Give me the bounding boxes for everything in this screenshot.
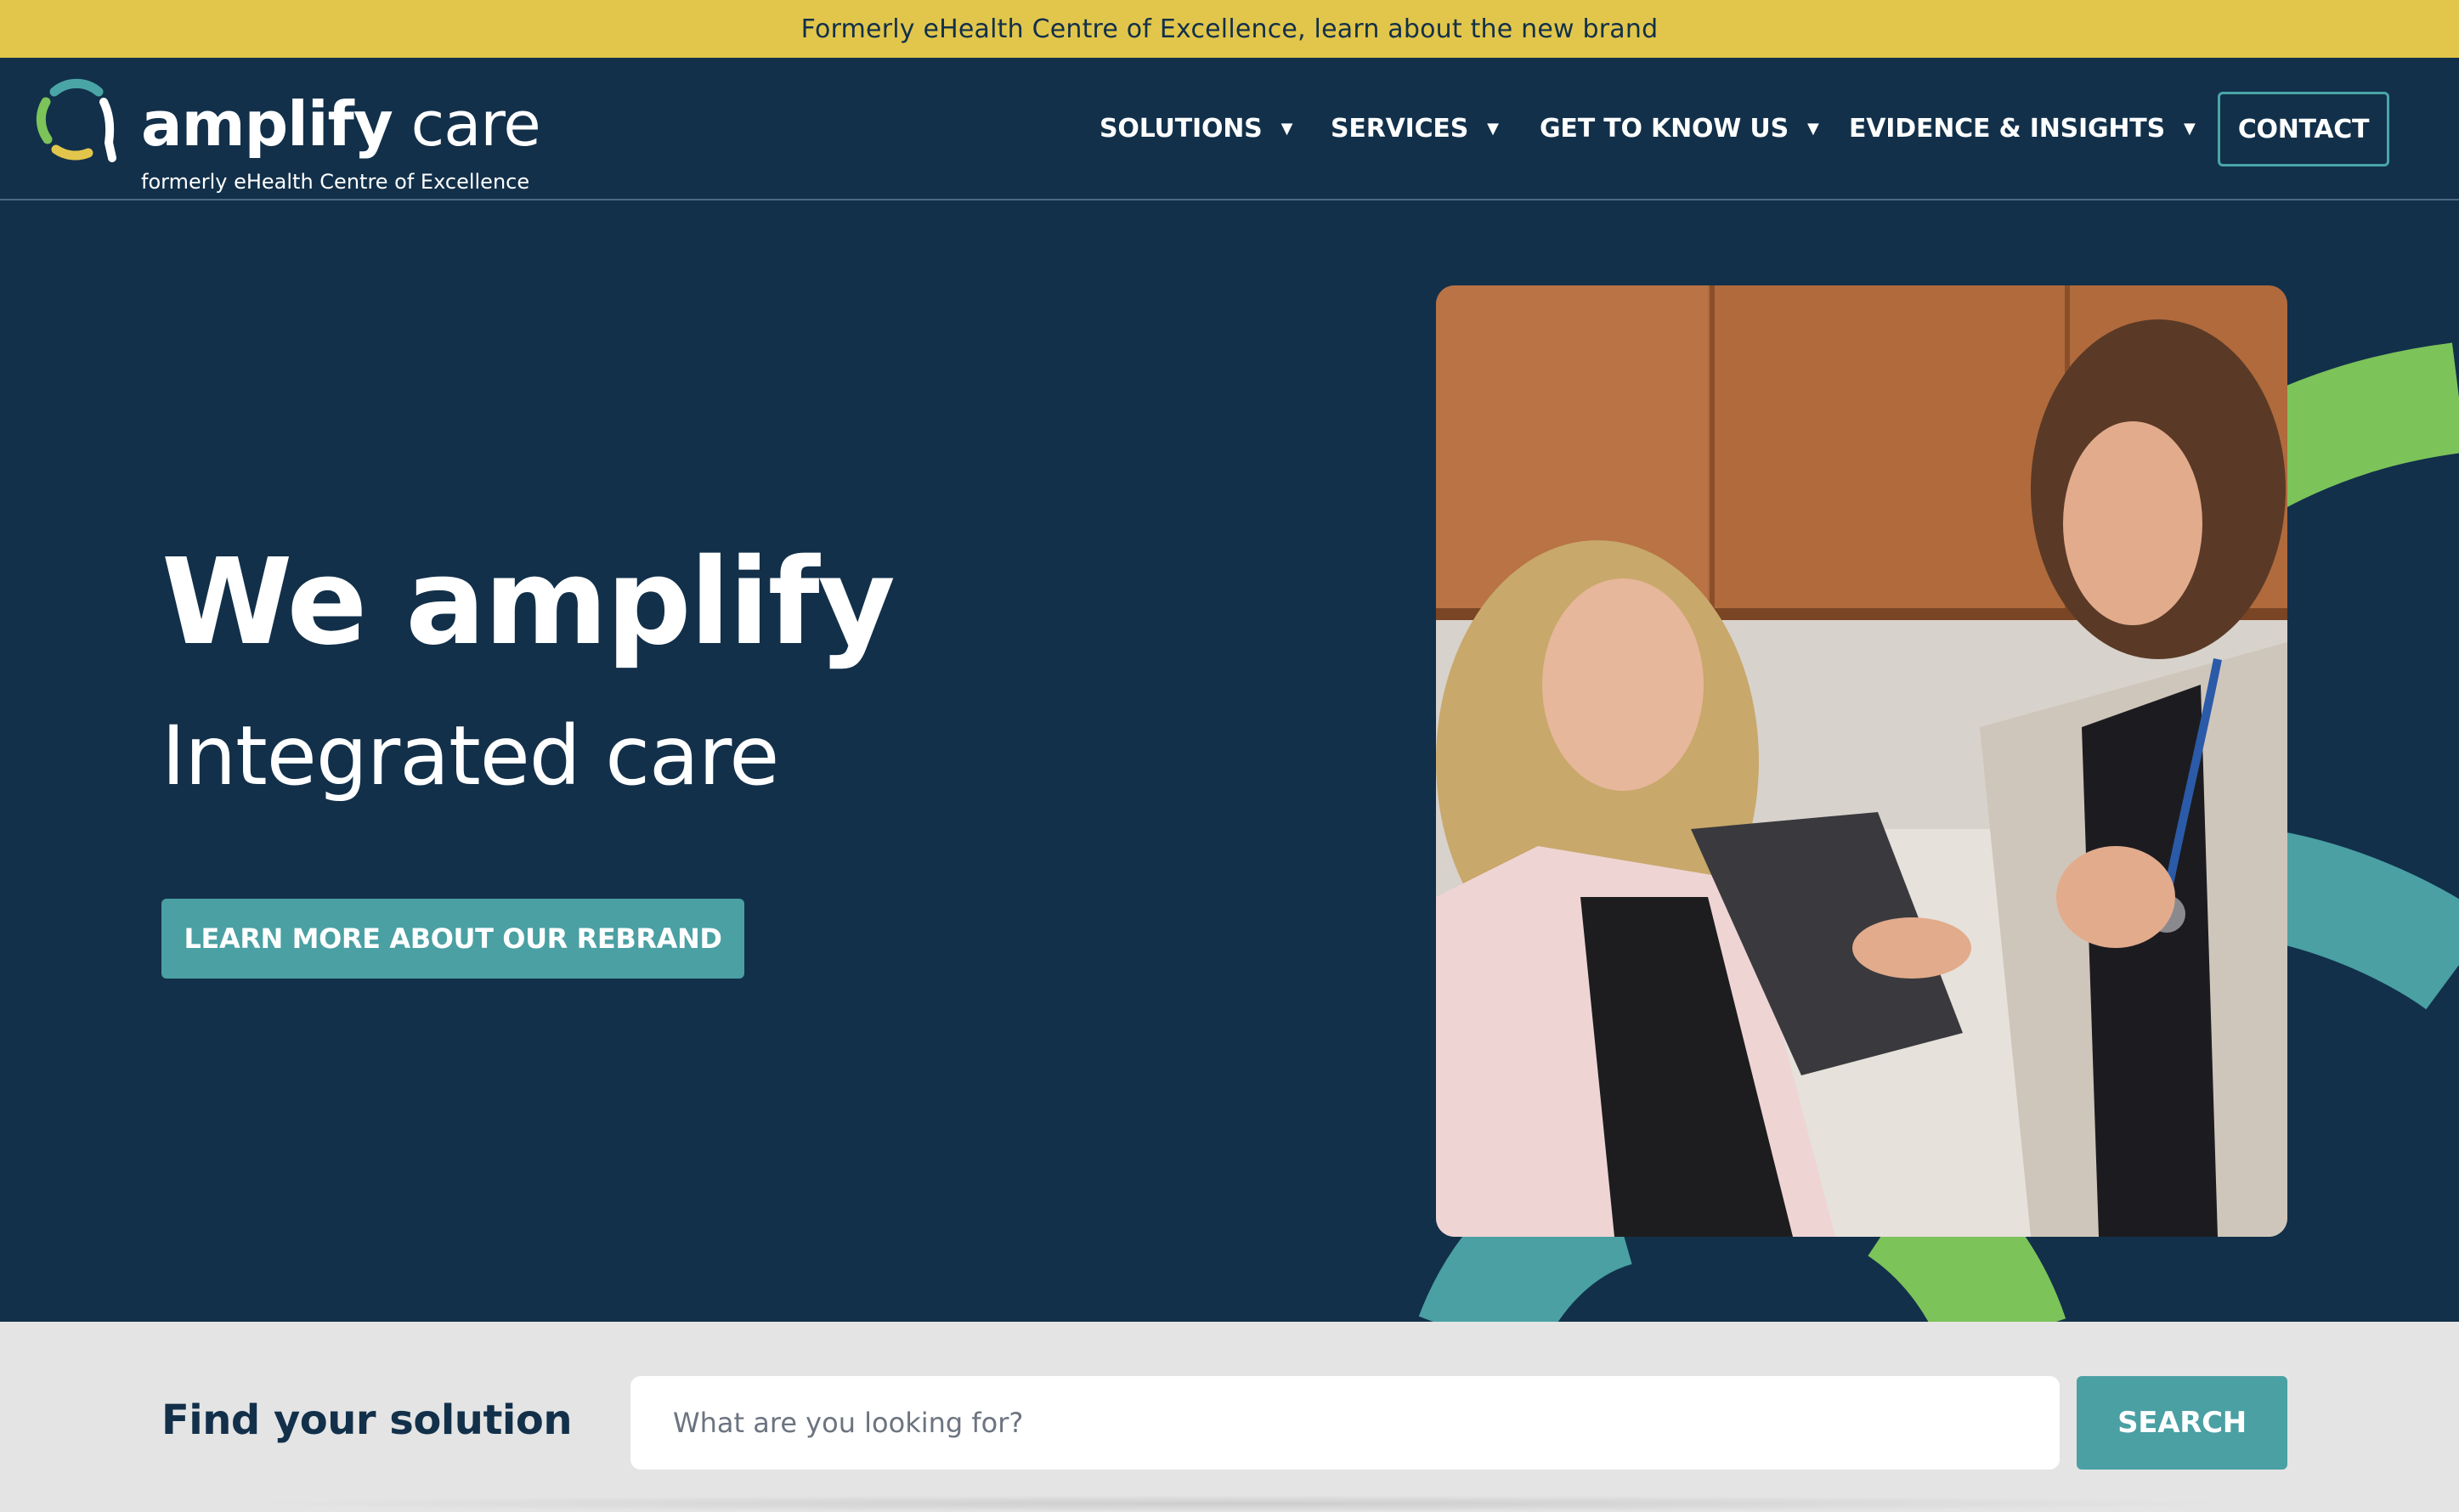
search-input[interactable] (630, 1376, 2060, 1470)
nav-item-label: EVIDENCE & INSIGHTS (1849, 114, 2165, 144)
caret-down-icon: ▼ (1487, 119, 1499, 138)
nav-item-label: GET TO KNOW US (1540, 114, 1789, 144)
hero-section: We amplify Integrated care LEARN MORE AB… (0, 200, 2459, 1322)
search-label: Find your solution (161, 1396, 573, 1444)
brand-name-bold: amplify (141, 88, 393, 160)
learn-more-rebrand-button[interactable]: LEARN MORE ABOUT OUR REBRAND (161, 899, 744, 979)
brand-name: amplify care (141, 93, 541, 155)
brand-logo-link[interactable]: amplify care formerly eHealth Centre of … (32, 76, 541, 192)
announcement-bar: Formerly eHealth Centre of Excellence, l… (0, 0, 2459, 58)
nav-item-services[interactable]: SERVICES ▼ (1331, 114, 1499, 144)
nav-item-label: SOLUTIONS (1099, 114, 1263, 144)
announcement-link[interactable]: Formerly eHealth Centre of Excellence, l… (801, 14, 1659, 44)
solution-search-section: Find your solution SEARCH (0, 1322, 2459, 1512)
hero-photo (1436, 285, 2287, 1237)
hero-title: We amplify (161, 533, 896, 672)
search-button[interactable]: SEARCH (2077, 1376, 2287, 1470)
clinicians-photo-icon (1436, 285, 2287, 1237)
nav-item-evidence-insights[interactable]: EVIDENCE & INSIGHTS ▼ (1849, 114, 2196, 144)
site-header: amplify care formerly eHealth Centre of … (0, 58, 2459, 200)
caret-down-icon: ▼ (2183, 119, 2196, 138)
brand-tagline: formerly eHealth Centre of Excellence (141, 170, 530, 194)
contact-button[interactable]: CONTACT (2218, 92, 2389, 166)
brand-name-light: care (410, 88, 541, 160)
search-shadow (221, 1495, 2260, 1512)
caret-down-icon: ▼ (1807, 119, 1819, 138)
nav-item-label: SERVICES (1331, 114, 1469, 144)
amplify-care-logo-icon (36, 78, 116, 162)
caret-down-icon: ▼ (1280, 119, 1293, 138)
nav-item-solutions[interactable]: SOLUTIONS ▼ (1099, 114, 1292, 144)
nav-item-get-to-know-us[interactable]: GET TO KNOW US ▼ (1540, 114, 1819, 144)
hero-subtitle: Integrated care (161, 708, 779, 804)
